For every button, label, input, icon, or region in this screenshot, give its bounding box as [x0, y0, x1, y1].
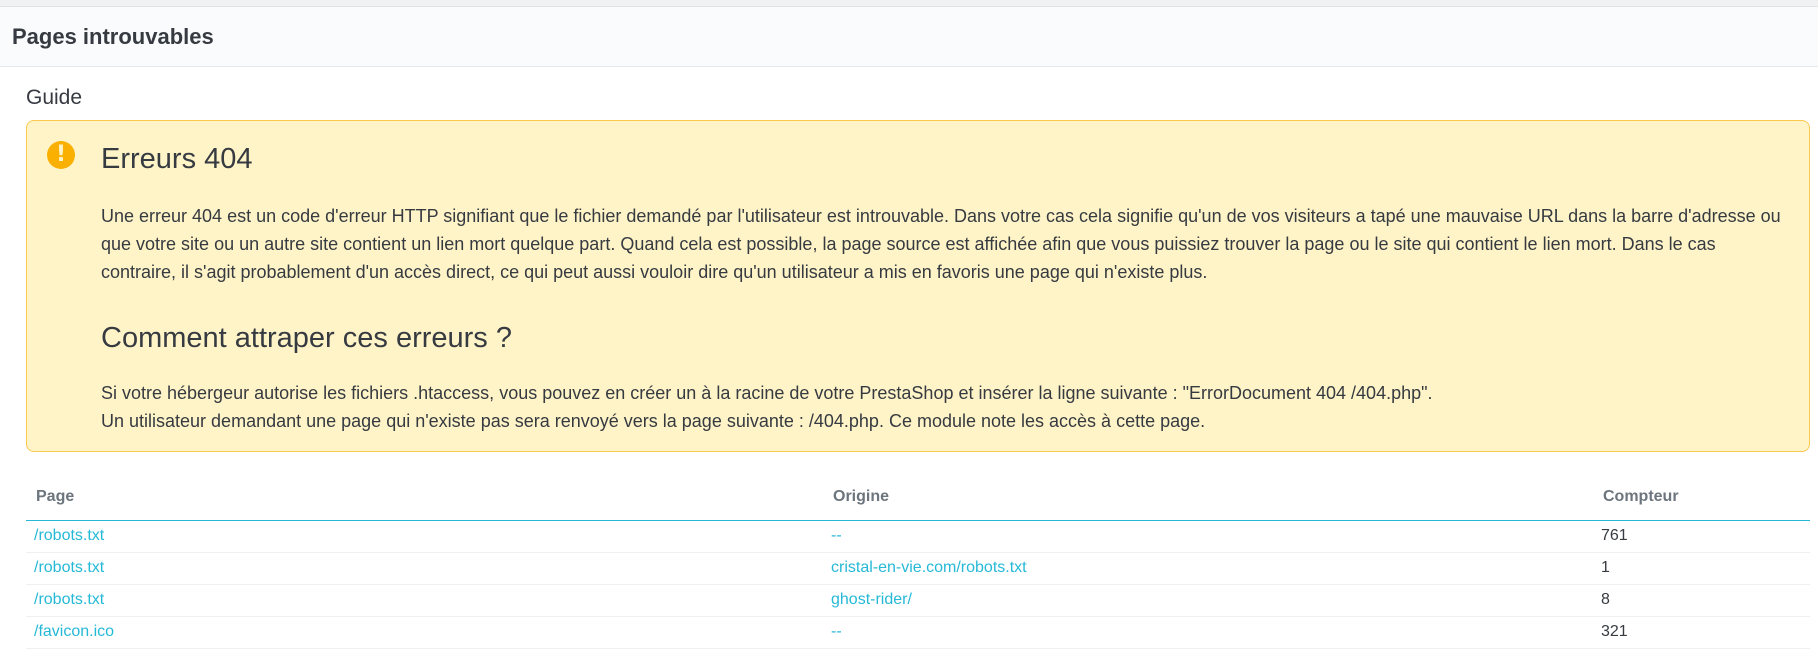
panel-heading: Pages introuvables: [0, 7, 1818, 67]
not-found-table-wrapper: Page Origine Compteur /robots.txt -- 761…: [26, 474, 1810, 649]
table-header-row: Page Origine Compteur: [26, 474, 1810, 521]
exclamation-circle-icon: !: [47, 141, 75, 169]
guide-label: Guide: [26, 86, 83, 109]
counter-cell: 761: [1593, 520, 1810, 553]
heading-catch-errors: Comment attraper ces erreurs ?: [101, 322, 512, 354]
paragraph-htaccess: Si votre hébergeur autorise les fichiers…: [101, 379, 1789, 435]
column-header-counter: Compteur: [1593, 474, 1810, 521]
counter-cell: 8: [1593, 584, 1810, 617]
panel-title: Pages introuvables: [12, 23, 214, 49]
table-row: /favicon.ico -- 321: [26, 616, 1810, 649]
table-row: /robots.txt -- 761: [26, 520, 1810, 553]
paragraph-404-explanation: Une erreur 404 est un code d'erreur HTTP…: [101, 206, 1781, 282]
not-found-table: Page Origine Compteur /robots.txt -- 761…: [26, 474, 1810, 649]
table-row: /robots.txt cristal-en-vie.com/robots.tx…: [26, 552, 1810, 585]
redirect-line: Un utilisateur demandant une page qui n'…: [101, 411, 1206, 431]
counter-cell: 321: [1593, 616, 1810, 649]
heading-404-errors: Erreurs 404: [101, 143, 253, 175]
table-row: /robots.txt ghost-rider/ 8: [26, 584, 1810, 617]
counter-cell: 1: [1593, 552, 1810, 585]
origin-link[interactable]: ghost-rider/: [831, 591, 912, 608]
origin-link[interactable]: --: [831, 527, 842, 544]
alert-content: Erreurs 404 Une erreur 404 est un code d…: [101, 121, 1789, 435]
guide-alert: ! Erreurs 404 Une erreur 404 est un code…: [26, 120, 1810, 452]
htaccess-line: Si votre hébergeur autorise les fichiers…: [101, 383, 1433, 403]
page-link[interactable]: /robots.txt: [34, 591, 104, 608]
page-link[interactable]: /favicon.ico: [34, 623, 114, 640]
page-link[interactable]: /robots.txt: [34, 559, 104, 576]
origin-link[interactable]: --: [831, 623, 842, 640]
page-link[interactable]: /robots.txt: [34, 527, 104, 544]
column-header-page: Page: [26, 474, 823, 521]
top-strip: [0, 0, 1818, 7]
column-header-origin: Origine: [823, 474, 1593, 521]
origin-link[interactable]: cristal-en-vie.com/robots.txt: [831, 559, 1027, 576]
